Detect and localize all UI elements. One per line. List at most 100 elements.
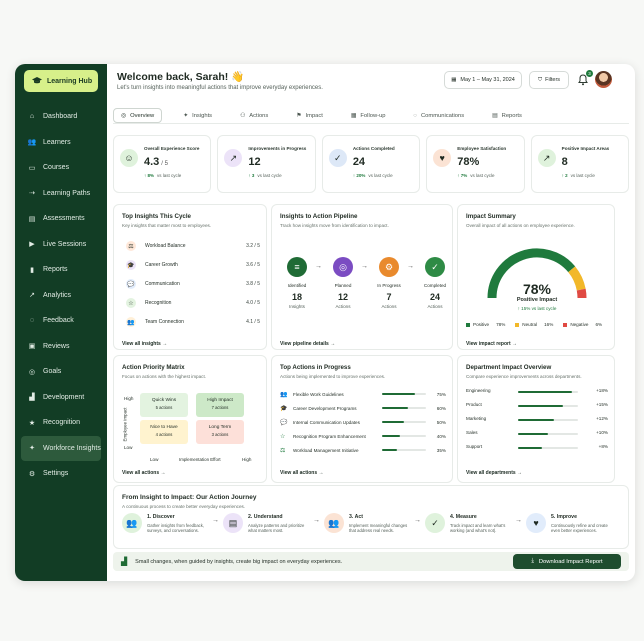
- action-label: Internal Communication Updates: [293, 419, 360, 425]
- kpi-trend: ↑ 20% vs last cycle: [353, 173, 393, 178]
- journey-step-title: 5. Improve: [551, 514, 577, 520]
- calendar-icon: ▦: [350, 112, 357, 119]
- progress-bar: [518, 419, 578, 421]
- department-label: Product: [466, 402, 482, 407]
- kpi-number: 4.3: [144, 156, 160, 168]
- tab-actions[interactable]: ⚇ Actions: [233, 108, 275, 123]
- sidebar-item-live-sessions[interactable]: ▶ Live Sessions: [15, 232, 107, 258]
- view-impact-report-link[interactable]: View impact report →: [466, 341, 517, 347]
- learning-hub-brand[interactable]: Learning Hub: [24, 70, 98, 92]
- department-row[interactable]: Support +8%: [466, 444, 628, 456]
- growth-icon: ▟: [29, 394, 35, 402]
- view-all-departments-link[interactable]: View all departments →: [466, 470, 522, 476]
- sidebar-item-label: Workforce Insights: [43, 444, 101, 452]
- sidebar-item-dashboard[interactable]: ⌂ Dashboard: [15, 104, 107, 130]
- pipeline-step[interactable]: ◎ Planned 12 Actions: [328, 257, 358, 309]
- sidebar-item-label: Live Sessions: [43, 240, 87, 248]
- card-title: From Insight to Impact: Our Action Journ…: [122, 494, 257, 501]
- action-value: 35%: [436, 447, 446, 453]
- matrix-cell-long-term[interactable]: Long Term 3 actions: [196, 420, 244, 444]
- tab-overview[interactable]: ◎ Overview: [113, 108, 163, 123]
- discover-icon: 👥: [122, 513, 142, 533]
- step-count: 18: [291, 292, 302, 302]
- tab-insights[interactable]: ✦ Insights: [176, 108, 219, 123]
- sidebar-item-feedback[interactable]: ◌ Feedback: [15, 308, 107, 334]
- view-all-actions-link[interactable]: View all actions →: [122, 470, 166, 476]
- impact-legend: Positive 78% Neutral 16% Negative 6%: [466, 322, 602, 327]
- sidebar-item-reviews[interactable]: ▣ Reviews: [15, 334, 107, 360]
- team-icon: 👥: [126, 317, 136, 327]
- sidebar-item-courses[interactable]: ▭ Courses: [15, 155, 107, 181]
- arrow-right-icon: →: [212, 517, 219, 524]
- progress-fill: [382, 449, 398, 451]
- tab-communications[interactable]: ◌ Communications: [407, 108, 472, 123]
- kpi-row: ☺ Overall Experience Score 4.3/ 5 ↑ 8% vs la…: [113, 135, 630, 193]
- progress-bar: [518, 433, 578, 435]
- overview-icon: ◎: [121, 112, 127, 119]
- department-value: +18%: [596, 388, 608, 393]
- avatar[interactable]: [595, 71, 612, 88]
- insight-label: Workload Balance: [145, 243, 186, 249]
- kpi-value: 24: [353, 156, 365, 168]
- step-count: 7: [386, 292, 392, 302]
- date-range-picker[interactable]: ▦ May 1 – May 31, 2024: [444, 71, 522, 89]
- download-impact-report-button[interactable]: ⤓ Download Impact Report: [513, 554, 621, 569]
- insight-row[interactable]: 💬 Communication 3.8 / 5: [122, 275, 260, 293]
- matrix-cell-high-impact[interactable]: High Impact 7 actions: [196, 393, 244, 417]
- progress-bar: [518, 405, 578, 407]
- sidebar-item-reports[interactable]: ▮ Reports: [15, 257, 107, 283]
- sidebar-item-goals[interactable]: ◎ Goals: [15, 359, 107, 385]
- sidebar: Learning Hub ⌂ Dashboard 👥 Learners ▭ Courses…: [15, 64, 107, 581]
- view-pipeline-details-link[interactable]: View pipeline details →: [280, 341, 335, 347]
- progress-bar: [382, 435, 426, 437]
- pipeline-step[interactable]: ⚙ In Progress 7 Actions: [374, 257, 404, 309]
- sidebar-item-label: Reports: [43, 266, 68, 274]
- insight-label: Team Connection: [145, 319, 184, 325]
- view-all-insights-link[interactable]: View all insights →: [122, 341, 167, 347]
- view-all-actions-link[interactable]: View all actions →: [280, 470, 324, 476]
- matrix-cell-nice-to-have[interactable]: Nice to Have 4 actions: [140, 420, 188, 444]
- action-journey-card: From Insight to Impact: Our Action Journ…: [113, 485, 629, 549]
- kpi-trend-text: vs last cycle: [570, 173, 595, 178]
- journey-step-title: 1. Discover: [147, 514, 175, 520]
- department-row[interactable]: Sales +10%: [466, 430, 628, 442]
- matrix-cell-quick-wins[interactable]: Quick Wins 5 actions: [140, 393, 188, 417]
- sidebar-item-development[interactable]: ▟ Development: [15, 385, 107, 411]
- insight-row[interactable]: ⚖ Workload Balance 3.2 / 5: [122, 237, 260, 255]
- tab-label: Overview: [130, 112, 155, 119]
- path-icon: ⇢: [29, 190, 35, 198]
- insight-row[interactable]: ☆ Recognition 4.0 / 5: [122, 294, 260, 312]
- step-unit: Actions: [381, 304, 397, 309]
- department-row[interactable]: Engineering +18%: [466, 388, 628, 400]
- sidebar-item-recognition[interactable]: ★ Recognition: [15, 410, 107, 436]
- act-icon: 👥: [324, 513, 344, 533]
- journey-step-desc: Track impact and learn what's working (a…: [450, 523, 506, 534]
- insight-row[interactable]: 👥 Team Connection 4.1 / 5: [122, 313, 260, 331]
- balance-icon: ⚖: [126, 241, 136, 251]
- filters-button[interactable]: ⛉ Filters: [529, 71, 569, 89]
- kpi-number: 24: [352, 156, 366, 168]
- sidebar-item-analytics[interactable]: ↗ Analytics: [15, 283, 107, 309]
- step-unit: Insights: [289, 304, 305, 309]
- tab-follow-up[interactable]: ▦ Follow-up: [344, 108, 393, 123]
- sidebar-item-assessments[interactable]: ▤ Assessments: [15, 206, 107, 232]
- department-row[interactable]: Marketing +12%: [466, 416, 628, 428]
- insight-row[interactable]: 🎓 Career Growth 3.6 / 5: [122, 256, 260, 274]
- journey-step-title: 3. Act: [349, 514, 363, 520]
- pipeline-step[interactable]: ✓ Completed 24 Actions: [420, 257, 450, 309]
- sidebar-item-learners[interactable]: 👥 Learners: [15, 130, 107, 156]
- growth-chart-icon: ▟: [121, 557, 128, 566]
- bulb-icon: ✦: [183, 112, 189, 119]
- tab-impact[interactable]: ⚑ Impact: [289, 108, 330, 123]
- tab-reports[interactable]: ▤ Reports: [485, 108, 529, 123]
- kpi-label: Improvements in Progress: [248, 146, 307, 151]
- legend-label: Positive: [473, 322, 490, 327]
- y-axis-high: High: [124, 396, 134, 401]
- check-icon: ✓: [425, 257, 445, 277]
- sidebar-item-settings[interactable]: ⚙ Settings: [15, 461, 107, 487]
- target-icon: ◎: [333, 257, 353, 277]
- pipeline-step[interactable]: ≡ Identified 18 Insights: [282, 257, 312, 309]
- sidebar-item-workforce-insights[interactable]: ✦ Workforce Insights: [21, 435, 101, 461]
- department-row[interactable]: Product +15%: [466, 402, 628, 414]
- sidebar-item-learning-paths[interactable]: ⇢ Learning Paths: [15, 181, 107, 207]
